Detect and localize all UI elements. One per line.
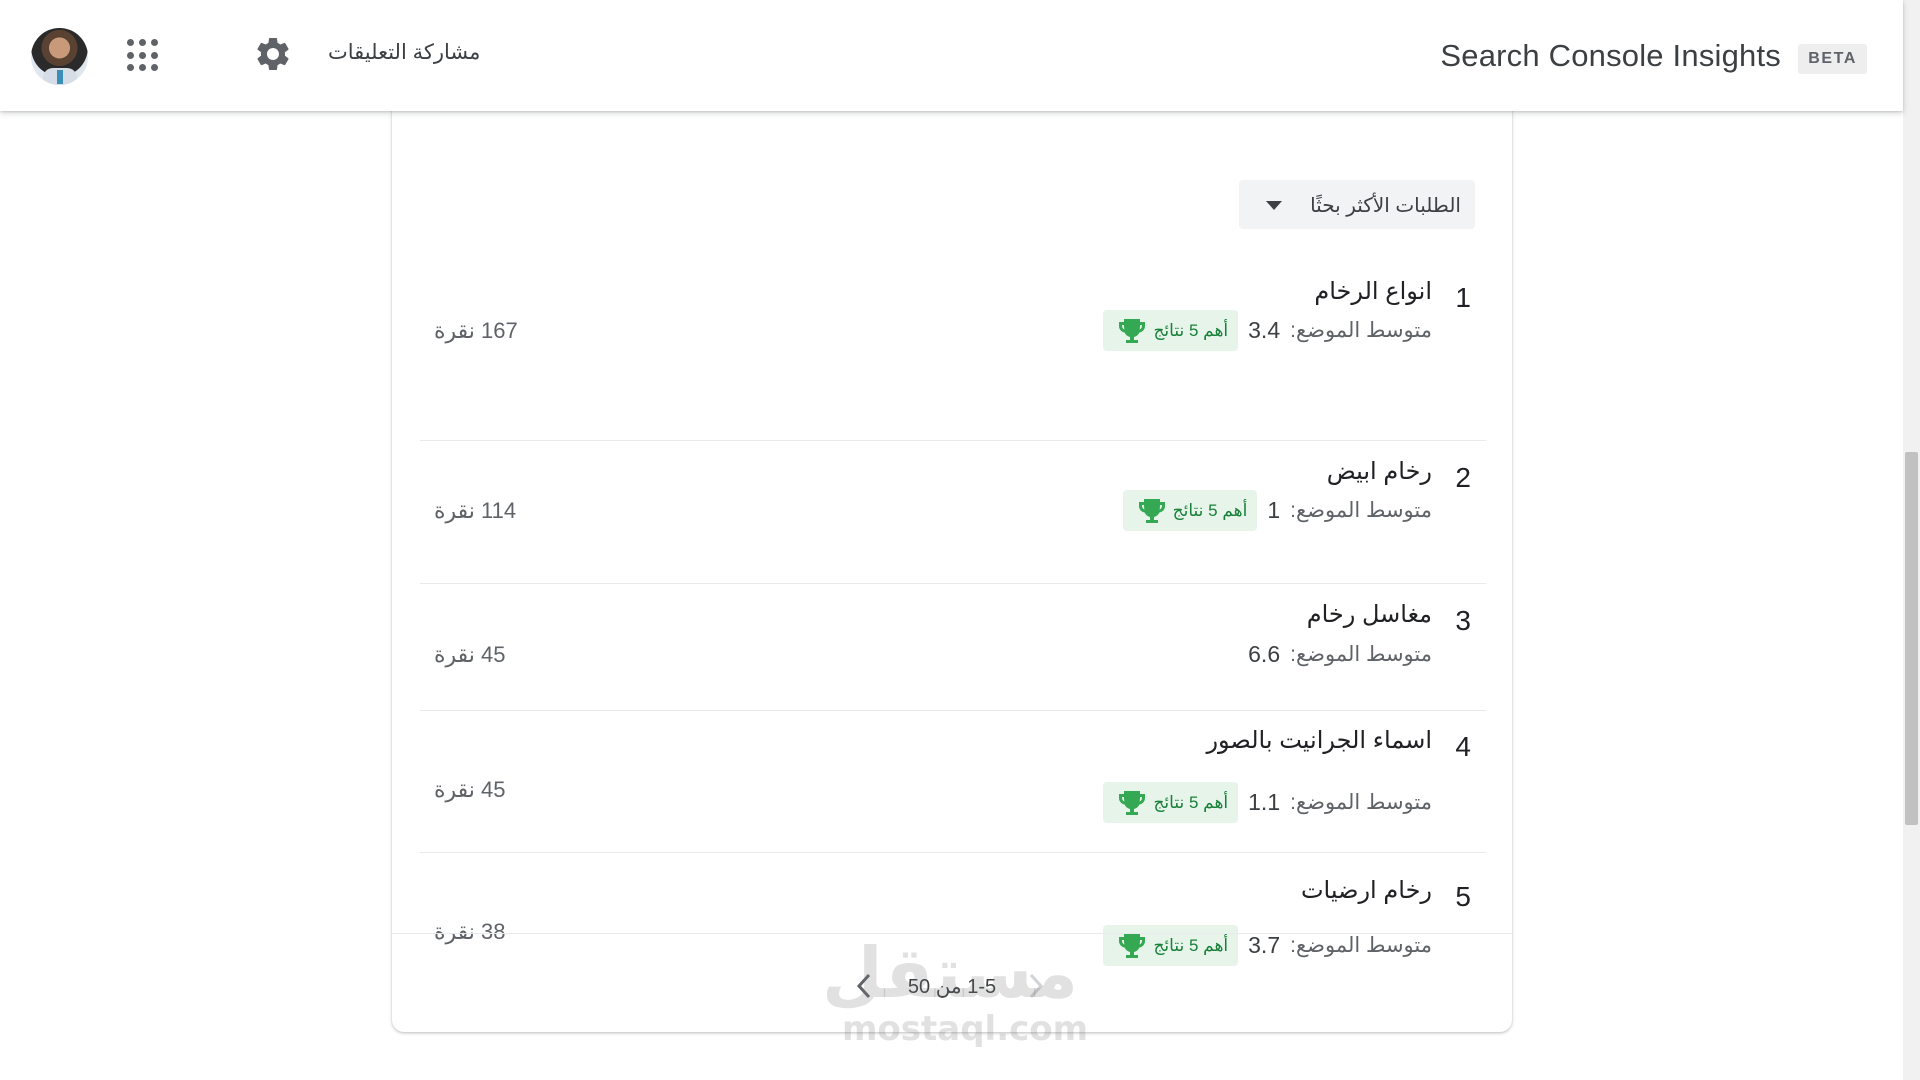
pagination-range: 1-5 من 50 (907, 976, 997, 998)
query-meta: متوسط الموضع: 6.6 (1248, 641, 1432, 668)
position-value: 1.1 (1248, 789, 1281, 815)
top-queries-card: الطلبات الأكثر بحثًا 1 انواع الرخام متوس… (392, 60, 1512, 1032)
query-rank: 4 (1455, 731, 1471, 762)
queries-dropdown[interactable]: الطلبات الأكثر بحثًا (1239, 180, 1475, 229)
beta-badge: BETA (1798, 44, 1867, 74)
query-text: مغاسل رخام (1306, 601, 1432, 628)
top5-badge: أهم 5 نتائج (1122, 490, 1258, 531)
position-value: 6.6 (1248, 641, 1281, 667)
query-rank: 3 (1455, 605, 1471, 636)
position-label: متوسط الموضع: (1290, 319, 1432, 342)
query-row[interactable]: 3 مغاسل رخام متوسط الموضع: 6.6 45 نقرة (420, 584, 1486, 711)
gear-icon[interactable] (253, 34, 293, 74)
top5-label: أهم 5 نتائج (1153, 935, 1229, 955)
trophy-icon (1138, 498, 1165, 523)
query-text: رخام ابيض (1326, 458, 1432, 485)
query-text: اسماء الجرانيت بالصور (1206, 727, 1432, 754)
top5-label: أهم 5 نتائج (1153, 320, 1229, 340)
app-title: Search Console Insights (1440, 38, 1781, 73)
position-label: متوسط الموضع: (1290, 643, 1432, 666)
query-clicks: 45 نقرة (434, 642, 506, 667)
feedback-link[interactable]: مشاركة التعليقات (328, 40, 480, 65)
avatar[interactable] (31, 28, 88, 85)
query-row[interactable]: 1 انواع الرخام متوسط الموضع: 3.4 أهم 5 ن… (420, 257, 1486, 441)
app-header: مشاركة التعليقات Search Console Insights… (0, 0, 1903, 111)
query-clicks: 167 نقرة (434, 318, 518, 343)
card-divider (392, 933, 1512, 934)
query-meta: متوسط الموضع: 1.1 أهم 5 نتائج (1103, 782, 1432, 823)
position-label: متوسط الموضع: (1290, 791, 1432, 814)
top5-label: أهم 5 نتائج (1172, 500, 1248, 520)
query-text: انواع الرخام (1314, 278, 1432, 305)
scrollbar-track[interactable] (1903, 0, 1920, 1080)
query-row[interactable]: 4 اسماء الجرانيت بالصور متوسط الموضع: 1.… (420, 711, 1486, 853)
top5-badge: أهم 5 نتائج (1103, 310, 1239, 351)
chevron-right-icon[interactable] (1024, 971, 1048, 1001)
query-rank: 2 (1455, 462, 1471, 493)
query-clicks: 45 نقرة (434, 777, 506, 802)
query-text: رخام ارضيات (1300, 877, 1432, 904)
avatar-tie (57, 70, 63, 84)
chevron-left-icon[interactable] (852, 971, 876, 1001)
query-meta: متوسط الموضع: 3.4 أهم 5 نتائج (1103, 310, 1432, 351)
dropdown-label: الطلبات الأكثر بحثًا (1310, 195, 1461, 217)
top5-label: أهم 5 نتائج (1153, 792, 1229, 812)
query-rank: 5 (1455, 881, 1471, 912)
position-value: 3.7 (1248, 932, 1281, 958)
query-meta: متوسط الموضع: 3.7 أهم 5 نتائج (1103, 925, 1432, 966)
position-value: 1 (1267, 497, 1281, 523)
trophy-icon (1119, 318, 1146, 343)
chevron-down-icon (1266, 201, 1282, 210)
position-value: 3.4 (1248, 317, 1281, 343)
query-rank: 1 (1455, 282, 1471, 313)
query-row[interactable]: 2 رخام ابيض متوسط الموضع: 1 أهم 5 نتائج … (420, 441, 1486, 584)
trophy-icon (1119, 790, 1146, 815)
scrollbar-thumb[interactable] (1905, 452, 1918, 825)
trophy-icon (1119, 933, 1146, 958)
pagination: 1-5 من 50 (392, 965, 1512, 1005)
apps-grid-icon[interactable] (127, 39, 161, 73)
top5-badge: أهم 5 نتائج (1103, 782, 1239, 823)
query-meta: متوسط الموضع: 1 أهم 5 نتائج (1122, 490, 1432, 531)
position-label: متوسط الموضع: (1290, 499, 1432, 522)
query-clicks: 38 نقرة (434, 919, 506, 944)
position-label: متوسط الموضع: (1290, 934, 1432, 957)
top5-badge: أهم 5 نتائج (1103, 925, 1239, 966)
query-clicks: 114 نقرة (434, 498, 517, 523)
